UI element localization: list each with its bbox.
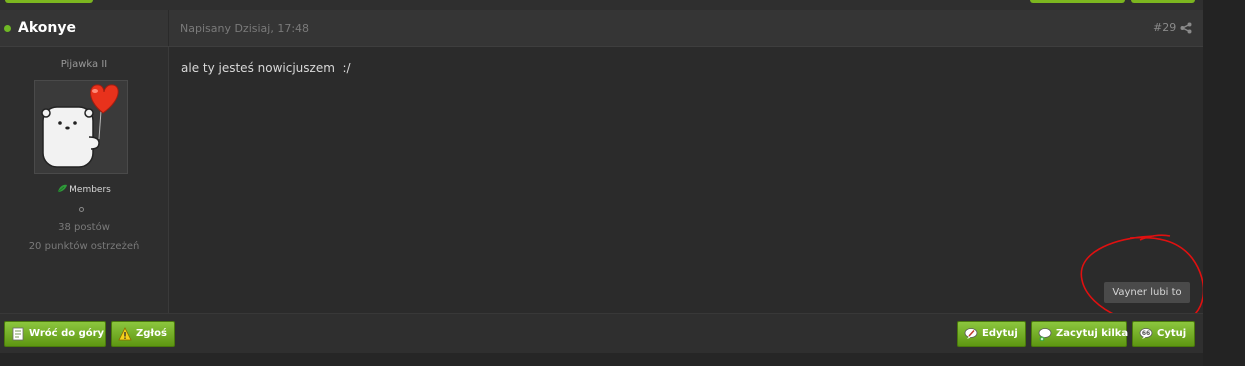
quote-label: Cytuj — [1157, 328, 1187, 339]
share-icon[interactable] — [1180, 22, 1192, 34]
member-group-label: Members — [69, 185, 111, 195]
post-number-link[interactable]: #29 — [1153, 21, 1176, 34]
edit-icon — [964, 328, 978, 339]
author-sidebar: Pijawka II Members 38 postów 20 punktów … — [0, 47, 169, 313]
post-container: Akonye Napisany Dzisiaj, 17:48 #29 Pijaw… — [0, 0, 1205, 366]
post-header: Akonye Napisany Dzisiaj, 17:48 #29 — [0, 10, 1203, 47]
avatar-image — [41, 84, 119, 168]
bottom-strip — [0, 353, 1203, 366]
user-title: Pijawka II — [60, 59, 108, 70]
previous-post-button-edge[interactable] — [1131, 0, 1195, 3]
post-content: ale ty jesteś nowicjuszem :/ — [169, 47, 1203, 313]
quote-icon: 66 — [1139, 328, 1153, 339]
multi-quote-label: Zacytuj kilka — [1056, 328, 1129, 339]
edit-label: Edytuj — [982, 328, 1018, 339]
multi-quote-icon — [1038, 328, 1052, 341]
avatar[interactable] — [34, 80, 128, 174]
warning-points: 20 punktów ostrzeżeń — [28, 241, 140, 252]
back-to-top-button[interactable]: Wróć do góry — [4, 321, 106, 347]
reputation-dot — [79, 207, 84, 212]
quote-button[interactable]: 66 Cytuj — [1132, 321, 1195, 347]
report-label: Zgłoś — [136, 328, 167, 339]
warning-icon — [118, 327, 132, 341]
post-footer: Wróć do góry Zgłoś Edytuj Zacytuj kilka … — [0, 313, 1203, 354]
post-body: ale ty jesteś nowicjuszem :/ — [181, 61, 351, 75]
multi-quote-button[interactable]: Zacytuj kilka — [1031, 321, 1129, 347]
page-icon — [12, 327, 24, 341]
group-leaf-icon — [57, 184, 68, 193]
top-strip — [0, 0, 1203, 10]
like-tooltip[interactable]: Vayner lubi to — [1104, 282, 1190, 303]
header-divider — [168, 10, 169, 46]
edit-button[interactable]: Edytuj — [957, 321, 1026, 347]
previous-post-button-edge[interactable] — [1030, 0, 1125, 3]
back-to-top-label: Wróć do góry — [29, 328, 105, 339]
post-date: Napisany Dzisiaj, 17:48 — [180, 22, 310, 35]
member-group: Members — [0, 184, 168, 195]
page-gutter — [1203, 0, 1245, 366]
online-status-icon — [4, 25, 11, 32]
svg-text:66: 66 — [1142, 330, 1150, 337]
previous-post-button-edge[interactable] — [5, 0, 93, 3]
report-button[interactable]: Zgłoś — [111, 321, 175, 347]
post-count: 38 postów — [58, 222, 110, 233]
author-name[interactable]: Akonye — [18, 20, 76, 36]
